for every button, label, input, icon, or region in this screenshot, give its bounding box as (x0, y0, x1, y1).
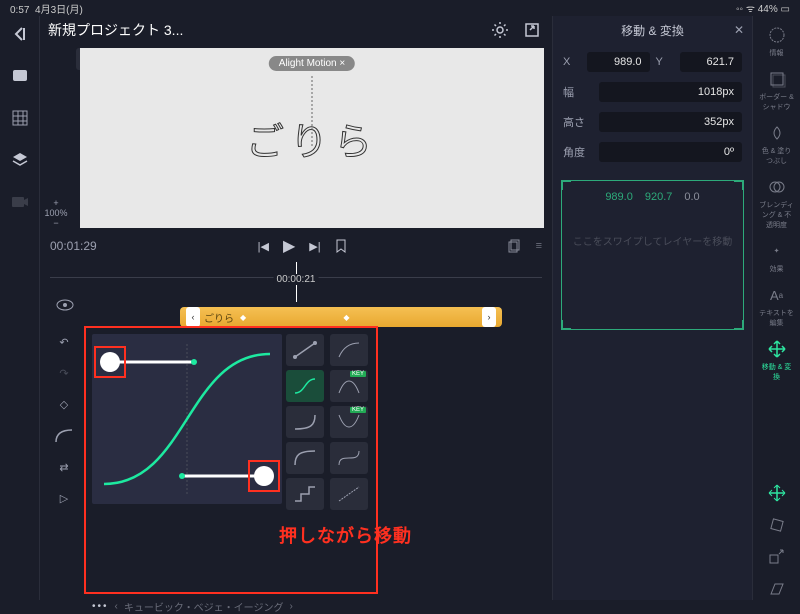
swipe-pad[interactable]: 989.0 920.7 0.0 ここをスワイプしてレイヤーを移動 (561, 180, 744, 330)
timeline-ruler[interactable]: 00:00:21 (50, 262, 542, 278)
x-value[interactable]: 989.0 (587, 52, 650, 72)
preset-variant-4[interactable] (330, 442, 368, 474)
close-button[interactable]: ✕ (734, 23, 744, 37)
timeline-clip[interactable]: ‹ ごりら ◆ ◆ › (180, 307, 502, 327)
easing-graph[interactable] (92, 334, 282, 504)
skew-tool[interactable] (759, 578, 795, 600)
preset-ease-in[interactable] (286, 406, 324, 438)
preset-prev[interactable]: ‹ (115, 601, 118, 612)
shape-tool[interactable] (8, 64, 32, 88)
easing-curve-button[interactable] (55, 429, 73, 443)
grid-tool[interactable] (8, 106, 32, 130)
next-keyframe-button[interactable]: ▶| (309, 240, 320, 253)
preset-variant-1[interactable] (330, 334, 368, 366)
pad-hint: ここをスワイプしてレイヤーを移動 (572, 233, 733, 248)
export-icon[interactable] (520, 18, 544, 42)
copy-button[interactable] (508, 239, 522, 253)
preset-custom[interactable] (286, 478, 324, 510)
bezier-handle-end[interactable] (248, 460, 280, 492)
preset-linear[interactable] (286, 334, 324, 366)
rotate-tool[interactable] (759, 514, 795, 536)
annotation-text: 押しながら移動 (279, 522, 412, 548)
pen-button[interactable]: ▷ (60, 492, 68, 505)
zoom-in[interactable]: + (53, 198, 58, 208)
keyframe-marker[interactable]: ◆ (343, 313, 349, 322)
effects-tab[interactable]: ✦効果 (759, 240, 795, 274)
width-label: 幅 (563, 84, 593, 100)
pad-z: 0.0 (684, 191, 699, 203)
prev-keyframe-button[interactable]: |◀ (258, 240, 269, 253)
preset-ease-out[interactable] (286, 442, 324, 474)
preset-ease[interactable] (286, 370, 324, 402)
current-time: 00:01:29 (50, 239, 97, 253)
pad-x: 989.0 (605, 191, 633, 203)
bezier-handle-start[interactable] (94, 346, 126, 378)
keyframe-marker[interactable]: ◆ (240, 313, 246, 322)
status-date: 4月3日(月) (35, 5, 83, 16)
menu-icon[interactable]: ≡ (536, 240, 542, 252)
scale-tool[interactable] (759, 546, 795, 568)
pad-y: 920.7 (645, 191, 673, 203)
preset-next[interactable]: › (289, 601, 292, 612)
status-time: 0:57 (10, 5, 29, 16)
height-value[interactable]: 352px (599, 112, 742, 132)
width-value[interactable]: 1018px (599, 82, 742, 102)
border-tab[interactable]: ボーダー & シャドウ (759, 68, 795, 112)
move-tool[interactable] (759, 482, 795, 504)
wifi-icon: ◦◦ ᯤ (736, 4, 755, 15)
battery-pct: 44% (758, 4, 778, 15)
preset-variant-3[interactable]: KEY (330, 406, 368, 438)
angle-label: 角度 (563, 144, 593, 160)
height-label: 高さ (563, 114, 593, 130)
text-tab[interactable]: Aaテキストを編集 (759, 284, 795, 328)
camera-tool[interactable] (8, 190, 32, 214)
ruler-time: 00:00:21 (274, 274, 319, 285)
clip-label: ごりら (204, 310, 234, 325)
settings-icon[interactable] (488, 18, 512, 42)
loop-button[interactable]: ⇄ (59, 461, 68, 474)
watermark: Alight Motion × (269, 56, 355, 71)
fill-tab[interactable]: 色 & 塗りつぶし (759, 122, 795, 166)
canvas[interactable]: Alight Motion × ごりら (80, 48, 544, 228)
bookmark-button[interactable] (335, 239, 347, 253)
clip-next[interactable]: › (482, 307, 496, 327)
battery-icon: ▭ (781, 4, 790, 15)
y-label: Y (656, 56, 674, 68)
project-title: 新規プロジェクト 3... (48, 20, 480, 40)
x-label: X (563, 56, 581, 68)
redo-button[interactable]: ↷ (59, 367, 68, 380)
zoom-out[interactable]: − (53, 218, 58, 228)
zoom-value: 100% (44, 208, 67, 218)
transform-tab[interactable]: 移動 & 変換 (759, 338, 795, 382)
undo-button[interactable]: ↶ (59, 336, 68, 349)
layers-tool[interactable] (8, 148, 32, 172)
info-tab[interactable]: 情報 (759, 24, 795, 58)
easing-editor: KEY KEY ••• ‹ キュービック・ベジェ・イージング › 押しながら移動 (84, 326, 378, 594)
panel-title: 移動 & 変換 (621, 22, 684, 39)
y-value[interactable]: 621.7 (680, 52, 743, 72)
blend-tab[interactable]: ブレンディング & 不透明度 (759, 176, 795, 230)
play-button[interactable]: ▶ (283, 236, 295, 256)
angle-value[interactable]: 0º (599, 142, 742, 162)
preset-variant-2[interactable]: KEY (330, 370, 368, 402)
clip-prev[interactable]: ‹ (186, 307, 200, 327)
keyframe-diamond-button[interactable]: ◇ (60, 398, 68, 411)
easing-name: キュービック・ベジェ・イージング (124, 599, 284, 614)
back-button[interactable] (8, 22, 32, 46)
visibility-toggle[interactable] (50, 299, 80, 311)
more-button[interactable]: ••• (92, 601, 109, 612)
preset-variant-5[interactable] (330, 478, 368, 510)
